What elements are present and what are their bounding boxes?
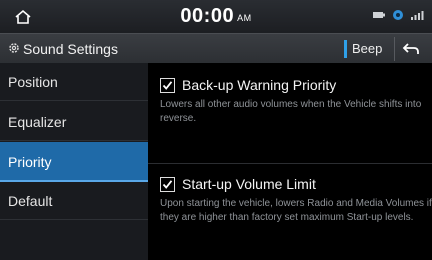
- sidebar-item-label: Priority: [8, 154, 52, 170]
- sidebar-item-label: Position: [8, 74, 58, 90]
- battery-icon: [373, 12, 385, 18]
- signal-icon: [411, 11, 424, 20]
- setting-label: Start-up Volume Limit: [182, 176, 316, 192]
- startup-volume-checkbox[interactable]: [160, 176, 175, 192]
- sidebar-item-default[interactable]: Default: [0, 182, 148, 220]
- setting-row[interactable]: Start-up Volume Limit: [160, 176, 316, 192]
- sidebar: Position Equalizer Priority Default: [0, 63, 148, 260]
- checkmark-icon: [162, 80, 173, 90]
- setting-row[interactable]: Back-up Warning Priority: [160, 77, 336, 93]
- clock-time: 00:00: [180, 5, 235, 27]
- location-icon: [393, 10, 403, 20]
- sidebar-item-label: Default: [8, 193, 53, 209]
- clock: 00:00 AM: [0, 5, 432, 28]
- gear-icon: [9, 43, 19, 53]
- setting-label: Back-up Warning Priority: [182, 77, 337, 93]
- beep-label: Beep: [352, 41, 383, 56]
- setting-description: Upon starting the vehicle, lowers Radio …: [160, 198, 432, 223]
- status-icons: [372, 9, 424, 21]
- beep-button[interactable]: Beep: [342, 38, 390, 60]
- back-button[interactable]: [394, 37, 427, 61]
- sidebar-item-label: Equalizer: [8, 114, 67, 130]
- status-bar: 00:00 AM: [0, 0, 432, 33]
- clock-ampm: AM: [237, 13, 252, 23]
- title-bar: Sound Settings Beep: [0, 33, 432, 64]
- beep-indicator: [344, 40, 347, 58]
- sidebar-item-priority[interactable]: Priority: [0, 142, 148, 182]
- sidebar-item-position[interactable]: Position: [0, 63, 148, 101]
- backup-warning-checkbox[interactable]: [160, 77, 175, 93]
- setting-description: Lowers all other audio volumes when the …: [160, 99, 422, 124]
- back-arrow-icon: [402, 43, 419, 54]
- divider: [148, 163, 432, 164]
- checkmark-icon: [162, 179, 173, 189]
- settings-content: Back-up Warning Priority Lowers all othe…: [148, 63, 432, 260]
- sidebar-item-equalizer[interactable]: Equalizer: [0, 103, 148, 141]
- page-title: Sound Settings: [23, 41, 118, 57]
